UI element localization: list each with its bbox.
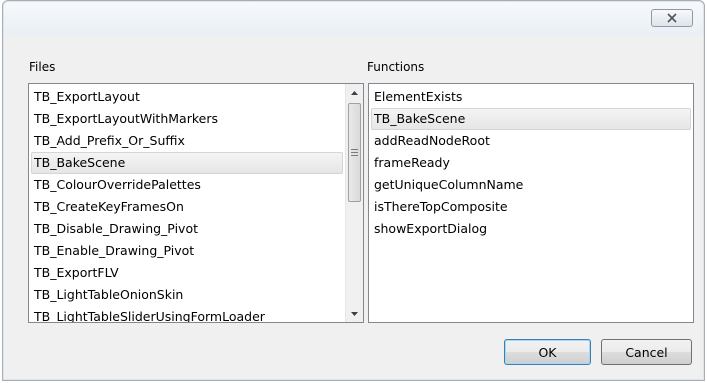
scrollbar-thumb[interactable] bbox=[348, 103, 361, 202]
functions-list-item[interactable]: showExportDialog bbox=[371, 218, 691, 240]
files-listbox[interactable]: TB_LightTableSliderUsingFormLoader TB_Lig… bbox=[28, 83, 364, 323]
files-list-item[interactable]: TB_Add_Prefix_Or_Suffix bbox=[31, 130, 343, 152]
files-list-item[interactable]: TB_CreateKeyFramesOn bbox=[31, 196, 343, 218]
functions-list-item[interactable]: frameReady bbox=[371, 152, 691, 174]
functions-label: Functions bbox=[367, 60, 425, 74]
close-button[interactable] bbox=[651, 9, 693, 27]
scroll-down-arrow-icon bbox=[351, 311, 358, 316]
scroll-up-arrow-icon bbox=[351, 90, 358, 95]
files-list-item[interactable]: TB_ExportLayoutWithMarkers bbox=[31, 108, 343, 130]
functions-listbox[interactable]: showExportDialog isThereTopComposite getUn… bbox=[368, 83, 694, 323]
title-bar[interactable] bbox=[3, 1, 704, 35]
functions-list-item[interactable]: getUniqueColumnName bbox=[371, 174, 691, 196]
functions-list-item[interactable]: ElementExists bbox=[371, 86, 691, 108]
files-list-item[interactable]: TB_Disable_Drawing_Pivot bbox=[31, 218, 343, 240]
scroll-up-button[interactable] bbox=[346, 84, 363, 101]
functions-list-item[interactable]: isThereTopComposite bbox=[371, 196, 691, 218]
files-list-item[interactable]: TB_LightTableSliderUsingFormLoader bbox=[31, 306, 343, 322]
files-list-item[interactable]: TB_ColourOverridePalettes bbox=[31, 174, 343, 196]
close-icon bbox=[667, 13, 677, 23]
functions-list-item[interactable]: addReadNodeRoot bbox=[371, 130, 691, 152]
files-label: Files bbox=[29, 60, 56, 74]
scroll-down-button[interactable] bbox=[346, 305, 363, 322]
scrollbar-grip-icon bbox=[351, 149, 358, 156]
dialog-window: Files TB_LightTableSliderUsingFormLoader… bbox=[2, 0, 705, 381]
files-list-item[interactable]: TB_ExportLayout bbox=[31, 86, 343, 108]
cancel-button[interactable]: Cancel bbox=[601, 339, 692, 365]
dialog-body: Files TB_LightTableSliderUsingFormLoader… bbox=[11, 37, 696, 372]
functions-list-item[interactable]: TB_BakeScene bbox=[371, 108, 691, 130]
ok-button[interactable]: OK bbox=[504, 339, 591, 365]
files-list-item[interactable]: TB_ExportFLV bbox=[31, 262, 343, 284]
files-list-item[interactable]: TB_Enable_Drawing_Pivot bbox=[31, 240, 343, 262]
files-list-item[interactable]: TB_LightTableOnionSkin bbox=[31, 284, 343, 306]
files-scrollbar[interactable] bbox=[345, 84, 363, 322]
files-list-item[interactable]: TB_BakeScene bbox=[31, 152, 343, 174]
